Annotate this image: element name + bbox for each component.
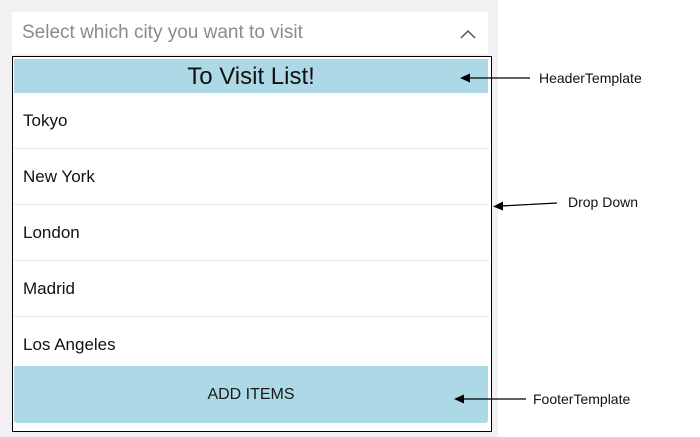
dropdown-list: To Visit List! Tokyo New York London Mad…: [12, 56, 492, 432]
add-items-button[interactable]: ADD ITEMS: [14, 366, 488, 423]
header-arrow-icon: [460, 73, 530, 83]
footer-arrow-icon: [454, 394, 526, 404]
chevron-up-icon[interactable]: [460, 26, 476, 42]
picker-placeholder: Select which city you want to visit: [22, 22, 303, 43]
city-picker[interactable]: Select which city you want to visit: [12, 12, 488, 54]
list-item-label: New York: [23, 167, 95, 186]
list-item-label: Tokyo: [23, 111, 68, 130]
header-annotation: HeaderTemplate: [539, 70, 642, 86]
dropdown-annotation: Drop Down: [568, 194, 639, 210]
list-item-label: Madrid: [23, 279, 75, 298]
list-item[interactable]: Los Angeles: [13, 317, 489, 373]
list-item[interactable]: London: [13, 205, 489, 261]
list-item-label: London: [23, 223, 80, 242]
dropdown-arrow-icon: [493, 201, 558, 211]
list-item[interactable]: Tokyo: [13, 93, 489, 149]
footer-template: ADD ITEMS: [14, 366, 488, 423]
footer-annotation: FooterTemplate: [533, 391, 631, 407]
list-item[interactable]: New York: [13, 149, 489, 205]
header-template: To Visit List!: [14, 59, 488, 93]
list-item-label: Los Angeles: [23, 335, 116, 354]
list-item[interactable]: Madrid: [13, 261, 489, 317]
